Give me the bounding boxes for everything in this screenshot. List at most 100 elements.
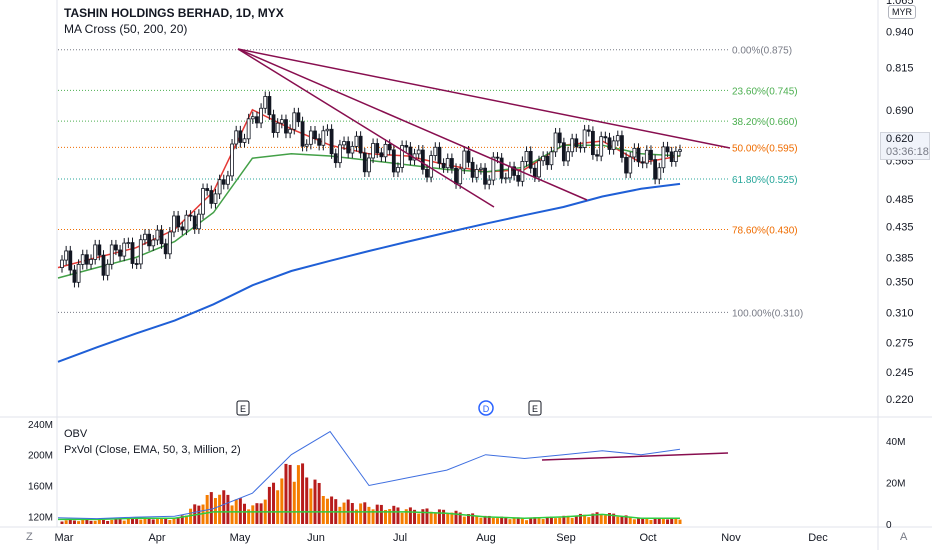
pxvol-bar bbox=[122, 520, 126, 524]
candle-body bbox=[288, 128, 293, 134]
candle-body bbox=[321, 130, 326, 146]
pxvol-tick-label: 0 bbox=[886, 520, 892, 531]
price-axis[interactable]: 1.0650.9400.8150.6900.5650.4850.4350.385… bbox=[886, 0, 914, 406]
candle-body bbox=[379, 152, 384, 158]
bar-countdown: 03:36:18 bbox=[886, 146, 929, 158]
candle-body bbox=[279, 119, 284, 124]
auto-scale-button[interactable]: A bbox=[900, 531, 907, 543]
event-label: E bbox=[240, 404, 246, 414]
candle-body bbox=[101, 254, 106, 276]
pxvol-bar bbox=[574, 515, 578, 524]
pxvol-bar bbox=[151, 519, 155, 524]
candle-body bbox=[93, 244, 98, 260]
candle-body bbox=[97, 244, 102, 256]
zoom-button[interactable]: Z bbox=[26, 531, 33, 543]
pxvol-bar bbox=[554, 518, 558, 524]
candle-body bbox=[263, 96, 268, 109]
pxvol-bar bbox=[64, 520, 68, 524]
pxvol-bar bbox=[558, 517, 562, 524]
pxvol-bar bbox=[106, 520, 110, 524]
pxvol-bar bbox=[645, 518, 649, 524]
candle-body bbox=[499, 157, 504, 179]
pxvol-bar bbox=[396, 507, 400, 524]
candle-body bbox=[72, 269, 77, 283]
candle-body bbox=[495, 156, 500, 159]
candle-body bbox=[213, 193, 218, 204]
candle-body bbox=[595, 154, 599, 157]
pxvol-bar bbox=[570, 517, 574, 524]
candle-body bbox=[163, 243, 168, 255]
event-markers[interactable]: EDE bbox=[236, 400, 542, 416]
pxvol-bar bbox=[359, 503, 363, 524]
candle-body bbox=[445, 158, 450, 169]
pxvol-bar bbox=[446, 513, 450, 524]
candle-body bbox=[644, 149, 649, 164]
currency-selector[interactable]: MYR bbox=[888, 5, 916, 19]
candle-body bbox=[122, 242, 127, 257]
time-axis[interactable]: Mar Apr May Jun Jul Aug Sep Oct Nov Dec bbox=[55, 532, 829, 544]
pxvol-bar bbox=[97, 519, 101, 524]
pxvol-bar bbox=[93, 520, 97, 524]
candle-body bbox=[84, 254, 89, 265]
candle-body bbox=[669, 151, 674, 162]
fib-level-label: 50.00%(0.595) bbox=[732, 143, 798, 154]
pxvol-bar bbox=[525, 520, 529, 524]
candle-body bbox=[404, 145, 409, 148]
pxvol-bar bbox=[616, 516, 620, 524]
candle-body bbox=[420, 149, 425, 170]
obv-legend[interactable]: OBV bbox=[64, 428, 87, 440]
indicator-legend[interactable]: MA Cross (50, 200, 20) bbox=[64, 22, 187, 36]
pxvol-legend[interactable]: PxVol (Close, EMA, 50, 3, Million, 2) bbox=[64, 444, 241, 456]
price-tick-label: 0.690 bbox=[886, 105, 914, 117]
candle-body bbox=[603, 136, 608, 139]
chart-canvas[interactable]: 0.00%(0.875) 23.60%(0.745) 38.20%(0.660) 50… bbox=[0, 0, 932, 550]
price-tick-label: 0.815 bbox=[886, 63, 914, 75]
candle-body bbox=[234, 130, 239, 145]
candle-body bbox=[271, 114, 276, 133]
candle-body bbox=[396, 167, 400, 173]
obv-tick-label: 200M bbox=[28, 451, 53, 462]
pxvol-bar bbox=[72, 520, 76, 524]
candle-body bbox=[329, 128, 334, 155]
fib-level-label: 61.80%(0.525) bbox=[732, 175, 798, 186]
pxvol-bar bbox=[408, 507, 412, 524]
candle-body bbox=[549, 151, 554, 166]
candle-body bbox=[574, 138, 579, 148]
candle-body bbox=[159, 229, 164, 245]
pxvol-bar bbox=[541, 519, 545, 524]
candle-body bbox=[524, 150, 529, 162]
candle-body bbox=[151, 239, 156, 247]
candle-body bbox=[503, 177, 508, 180]
price-tick-label: 0.275 bbox=[886, 338, 914, 350]
candle-body bbox=[582, 129, 587, 148]
pxvol-bar bbox=[317, 482, 321, 524]
candle-body bbox=[238, 130, 243, 143]
candle-body bbox=[337, 144, 342, 164]
candle-body bbox=[60, 259, 64, 268]
candle-body bbox=[462, 150, 467, 170]
pxvol-bar bbox=[437, 509, 441, 524]
trendlines[interactable] bbox=[237, 48, 731, 461]
pxvol-bar bbox=[222, 490, 226, 524]
pxvol-bar bbox=[417, 513, 421, 524]
candle-body bbox=[590, 130, 595, 156]
candle-body bbox=[657, 167, 662, 180]
candle-body bbox=[246, 118, 251, 140]
fibonacci-retracement[interactable]: 0.00%(0.875) 23.60%(0.745) 38.20%(0.660) 50… bbox=[58, 46, 803, 320]
candle-body bbox=[566, 151, 570, 162]
candle-body bbox=[474, 169, 479, 178]
candle-body bbox=[109, 244, 114, 265]
price-tick-label: 0.385 bbox=[886, 253, 914, 265]
event-label: E bbox=[532, 404, 538, 414]
last-price-badge: 0.620 03:36:18 bbox=[880, 132, 930, 160]
candle-body bbox=[628, 156, 633, 174]
candle-body bbox=[138, 239, 143, 265]
pxvol-bar bbox=[330, 496, 334, 524]
candle-body bbox=[532, 167, 537, 178]
pxvol-bar bbox=[537, 518, 541, 524]
pxvol-tick-label: 20M bbox=[886, 478, 905, 489]
candle-body bbox=[114, 244, 118, 251]
pxvol-bar bbox=[238, 498, 242, 524]
pxvol-bar bbox=[226, 494, 230, 524]
pxvol-bar bbox=[135, 519, 139, 524]
